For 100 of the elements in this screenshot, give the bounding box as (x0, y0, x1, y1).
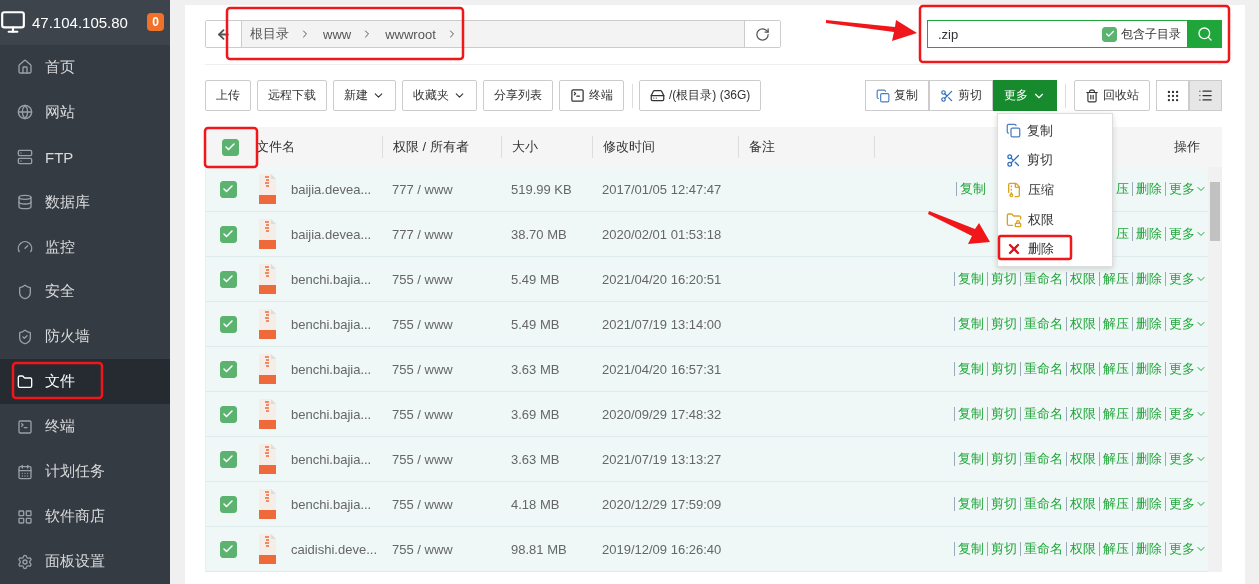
action-link[interactable]: 剪切 (991, 360, 1017, 378)
more-link[interactable]: 更多 (1169, 225, 1207, 243)
more-link[interactable]: 更多 (1169, 495, 1207, 513)
toolbar-button[interactable]: 新建 (333, 80, 396, 111)
action-link[interactable]: 复制 (958, 405, 984, 423)
sidebar-item[interactable]: 计划任务 (0, 449, 170, 495)
action-link[interactable]: 删除 (1136, 360, 1162, 378)
row-checkbox[interactable] (219, 270, 237, 288)
row-checkbox[interactable] (219, 315, 237, 333)
include-subdirs-option[interactable]: 包含子目录 (1102, 25, 1181, 43)
list-view-button[interactable] (1189, 80, 1222, 111)
action-link[interactable]: 重命名 (1024, 405, 1063, 423)
sidebar-item[interactable]: 安全 (0, 269, 170, 315)
action-link[interactable]: 复制 (958, 315, 984, 333)
action-link[interactable]: 剪切 (991, 540, 1017, 558)
file-name[interactable]: benchi.bajia... (291, 451, 372, 467)
row-checkbox[interactable] (219, 540, 237, 558)
toolbar-button[interactable]: 远程下载 (257, 80, 327, 111)
action-link[interactable]: 复制 (958, 270, 984, 288)
action-link[interactable]: 解压 (1103, 450, 1129, 468)
action-link[interactable]: 复制 (958, 450, 984, 468)
more-link[interactable]: 更多 (1169, 450, 1207, 468)
toolbar-button[interactable]: 上传 (205, 80, 251, 111)
select-all-checkbox[interactable] (221, 138, 239, 156)
toolbar-button[interactable]: 分享列表 (483, 80, 553, 111)
row-checkbox[interactable] (219, 495, 237, 513)
action-link[interactable]: 删除 (1136, 405, 1162, 423)
action-link[interactable]: 权限 (1070, 270, 1096, 288)
toolbar-button[interactable]: /(根目录) (36G) (639, 80, 762, 111)
more-link[interactable]: 更多 (1169, 270, 1207, 288)
action-link[interactable]: 删除 (1136, 495, 1162, 513)
action-link[interactable]: 剪切 (991, 315, 1017, 333)
recycle-bin-button[interactable]: 回收站 (1074, 80, 1150, 111)
search-button[interactable] (1188, 20, 1222, 48)
action-link[interactable]: 删除 (1136, 180, 1162, 198)
action-link[interactable]: 复制 (960, 180, 986, 198)
action-link[interactable]: 删除 (1136, 225, 1162, 243)
action-link[interactable]: 重命名 (1024, 540, 1063, 558)
row-checkbox[interactable] (219, 450, 237, 468)
file-name[interactable]: benchi.bajia... (291, 406, 372, 422)
breadcrumb-link[interactable]: www (323, 26, 374, 42)
action-link[interactable]: 权限 (1070, 450, 1096, 468)
toolbar-button[interactable]: 收藏夹 (402, 80, 477, 111)
action-link[interactable]: 解压 (1103, 540, 1129, 558)
action-link[interactable]: 权限 (1070, 315, 1096, 333)
sidebar-item[interactable]: 数据库 (0, 179, 170, 225)
menu-item[interactable]: 权限 (998, 204, 1112, 235)
more-button[interactable]: 更多 (993, 80, 1057, 111)
file-name[interactable]: benchi.bajia... (291, 496, 372, 512)
menu-item[interactable]: 删除 (998, 234, 1112, 264)
sidebar-item[interactable]: 监控 (0, 224, 170, 270)
toolbar-button[interactable]: 复制 (865, 80, 929, 111)
action-link[interactable]: 重命名 (1024, 270, 1063, 288)
grid-view-button[interactable] (1156, 80, 1189, 111)
action-link[interactable]: 删除 (1136, 450, 1162, 468)
action-link[interactable]: 权限 (1070, 495, 1096, 513)
sidebar-item[interactable]: 面板设置 (0, 539, 170, 584)
more-link[interactable]: 更多 (1169, 315, 1207, 333)
breadcrumb-link[interactable]: 根目录 (250, 25, 311, 43)
action-link[interactable]: 删除 (1136, 270, 1162, 288)
scrollbar[interactable] (1208, 167, 1222, 572)
action-link[interactable]: 解压 (1103, 270, 1129, 288)
action-link[interactable]: 复制 (958, 540, 984, 558)
file-name[interactable]: baijia.devea... (291, 181, 372, 197)
action-link[interactable]: 删除 (1136, 540, 1162, 558)
more-link[interactable]: 更多 (1169, 540, 1207, 558)
action-link[interactable]: 删除 (1136, 315, 1162, 333)
sidebar-item[interactable]: 文件 (0, 359, 170, 405)
action-link[interactable]: 解压 (1103, 405, 1129, 423)
action-link[interactable]: 压 (1116, 225, 1129, 243)
notification-badge[interactable]: 0 (147, 13, 164, 32)
file-name[interactable]: benchi.bajia... (291, 316, 372, 332)
row-checkbox[interactable] (219, 180, 237, 198)
action-link[interactable]: 解压 (1103, 495, 1129, 513)
action-link[interactable]: 剪切 (991, 405, 1017, 423)
action-link[interactable]: 重命名 (1024, 450, 1063, 468)
action-link[interactable]: 解压 (1103, 360, 1129, 378)
sidebar-item[interactable]: 网站 (0, 89, 170, 135)
action-link[interactable]: 复制 (958, 360, 984, 378)
sidebar-item[interactable]: 终端 (0, 404, 170, 450)
action-link[interactable]: 权限 (1070, 540, 1096, 558)
row-checkbox[interactable] (219, 225, 237, 243)
action-link[interactable]: 重命名 (1024, 315, 1063, 333)
action-link[interactable]: 剪切 (991, 450, 1017, 468)
menu-item[interactable]: 压缩 (998, 175, 1112, 205)
action-link[interactable]: 剪切 (991, 270, 1017, 288)
file-name[interactable]: benchi.bajia... (291, 361, 372, 377)
sidebar-item[interactable]: 首页 (0, 44, 170, 90)
sidebar-item[interactable]: 防火墙 (0, 314, 170, 360)
action-link[interactable]: 权限 (1070, 360, 1096, 378)
action-link[interactable]: 解压 (1103, 315, 1129, 333)
file-name[interactable]: benchi.bajia... (291, 271, 372, 287)
checkbox[interactable] (1102, 26, 1117, 42)
file-name[interactable]: caidishi.deve... (291, 541, 377, 557)
row-checkbox[interactable] (219, 405, 237, 423)
toolbar-button[interactable]: 剪切 (929, 80, 993, 111)
sidebar-item[interactable]: FTP (0, 134, 170, 180)
more-link[interactable]: 更多 (1169, 405, 1207, 423)
action-link[interactable]: 重命名 (1024, 495, 1063, 513)
toolbar-button[interactable]: 终端 (559, 80, 624, 111)
